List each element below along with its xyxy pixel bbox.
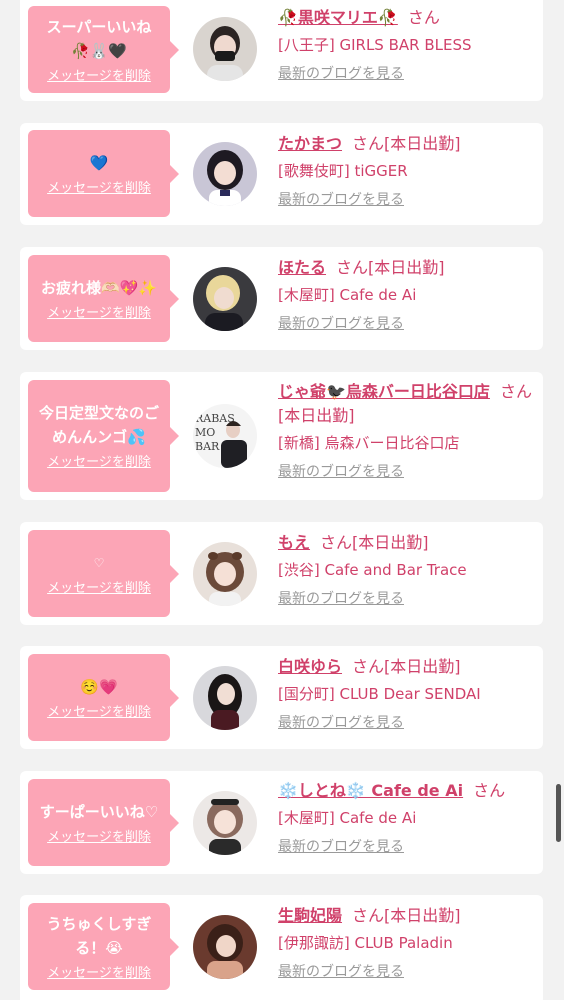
delete-message-link[interactable]: メッセージを削除 [47, 306, 151, 322]
avatar[interactable] [193, 267, 257, 331]
cast-info: じゃ爺🐦‍⬛烏森バー日比谷口店 さん [本日出勤] [新橋] 烏森バー日比谷口店 最… [278, 380, 537, 482]
delete-message-link[interactable]: メッセージを削除 [47, 966, 151, 982]
delete-message-link[interactable]: メッセージを削除 [47, 181, 151, 197]
message-bubble: ☺️💗 メッセージを削除 [28, 654, 179, 741]
cast-name-link[interactable]: 🥀黒咲マリエ🥀 [278, 8, 398, 27]
cast-name-link[interactable]: 生駒妃陽 [278, 906, 342, 925]
message-card: ☺️💗 メッセージを削除 白咲ゆら さん[本日出勤] [国分町] CLUB Dea… [20, 646, 543, 749]
shop-name: [新橋] 烏森バー日比谷口店 [278, 434, 460, 452]
cast-name-link[interactable]: ❄️しとね❄️ Cafe de Ai [278, 781, 463, 800]
message-bubble: すーぱーいいね♡ メッセージを削除 [28, 779, 179, 866]
message-card: お疲れ様🫶🏻💖✨ メッセージを削除 ほたる さん[本日出勤] [木屋町] Cafe… [20, 247, 543, 350]
message-text: すーぱーいいね♡ [39, 802, 159, 821]
shop-name: [木屋町] Cafe de Ai [278, 809, 417, 827]
avatar-photo-icon [193, 542, 257, 606]
svg-text:BAR: BAR [195, 440, 220, 453]
svg-text:MO: MO [195, 426, 215, 439]
cast-name-link[interactable]: たかまつ [278, 134, 342, 153]
delete-message-link[interactable]: メッセージを削除 [47, 69, 151, 85]
honorific: さん [352, 657, 385, 676]
message-bubble: ♡ メッセージを削除 [28, 530, 179, 617]
message-text: ♡ [93, 555, 105, 570]
honorific: さん [336, 258, 369, 277]
latest-blog-link[interactable]: 最新のブログを見る [278, 962, 404, 982]
avatar[interactable] [193, 542, 257, 606]
message-text: 今日定型文なのご めんんンゴ💦 [38, 404, 159, 446]
avatar[interactable] [193, 666, 257, 730]
avatar-photo-icon [193, 791, 257, 855]
latest-blog-link[interactable]: 最新のブログを見る [278, 190, 404, 210]
cast-info: もえ さん[本日出勤] [渋谷] Cafe and Bar Trace 最新のブロ… [278, 531, 537, 609]
message-text: スーパーいいね 🥀🐰🖤 [46, 17, 152, 60]
delete-message-link[interactable]: メッセージを削除 [47, 581, 151, 597]
cast-info: 白咲ゆら さん[本日出勤] [国分町] CLUB Dear SENDAI 最新のブ… [278, 655, 537, 733]
avatar-photo-icon [193, 17, 257, 81]
message-card: すーぱーいいね♡ メッセージを削除 ❄️しとね❄️ Cafe de Ai さん [… [20, 771, 543, 874]
latest-blog-link[interactable]: 最新のブログを見る [278, 314, 404, 334]
cast-info: たかまつ さん[本日出勤] [歌舞伎町] tiGGER 最新のブログを見る [278, 132, 537, 210]
shop-name: [八王子] GIRLS BAR BLESS [278, 36, 472, 54]
avatar[interactable] [193, 142, 257, 206]
shop-name: [木屋町] Cafe de Ai [278, 286, 417, 304]
latest-blog-link[interactable]: 最新のブログを見る [278, 837, 404, 857]
avatar[interactable] [193, 791, 257, 855]
honorific: さん [352, 906, 385, 925]
latest-blog-link[interactable]: 最新のブログを見る [278, 462, 404, 482]
status-badge: [本日出勤] [368, 258, 445, 277]
cast-info: 🥀黒咲マリエ🥀 さん [八王子] GIRLS BAR BLESS 最新のブログを見… [278, 6, 537, 84]
cast-info: 生駒妃陽 さん[本日出勤] [伊那諏訪] CLUB Paladin 最新のブログを… [278, 904, 537, 982]
message-bubble: 💙 メッセージを削除 [28, 130, 179, 217]
status-badge: [本日出勤] [278, 406, 355, 425]
message-text: 💙 [89, 153, 109, 172]
honorific: さん [473, 781, 506, 800]
message-card: 今日定型文なのご めんんンゴ💦 メッセージを削除 RABAS MO BAR じゃ… [20, 372, 543, 500]
delete-message-link[interactable]: メッセージを削除 [47, 830, 151, 846]
latest-blog-link[interactable]: 最新のブログを見る [278, 589, 404, 609]
message-text: お疲れ様🫶🏻💖✨ [40, 278, 158, 297]
latest-blog-link[interactable]: 最新のブログを見る [278, 713, 404, 733]
cast-name-link[interactable]: 白咲ゆら [278, 657, 342, 676]
honorific: さん [320, 533, 353, 552]
status-badge: [本日出勤] [352, 533, 429, 552]
message-list: スーパーいいね 🥀🐰🖤 メッセージを削除 🥀黒咲マリエ🥀 さん [八王子] GIR… [0, 0, 564, 1000]
cast-name-link[interactable]: もえ [278, 533, 310, 552]
avatar-photo-icon [193, 142, 257, 206]
avatar-photo-icon [193, 666, 257, 730]
avatar[interactable] [193, 915, 257, 979]
honorific: さん [407, 8, 440, 27]
message-card: ♡ メッセージを削除 もえ さん[本日出勤] [渋谷] Cafe and Bar … [20, 522, 543, 625]
avatar-photo-icon [193, 915, 257, 979]
message-bubble: 今日定型文なのご めんんンゴ💦 メッセージを削除 [28, 380, 179, 492]
cast-info: ほたる さん[本日出勤] [木屋町] Cafe de Ai 最新のブログを見る [278, 256, 537, 334]
avatar-photo-icon [193, 267, 257, 331]
latest-blog-link[interactable]: 最新のブログを見る [278, 64, 404, 84]
message-card: 💙 メッセージを削除 たかまつ さん[本日出勤] [歌舞伎町] tiGGER 最新… [20, 123, 543, 225]
delete-message-link[interactable]: メッセージを削除 [47, 455, 151, 471]
message-card: うちゅくしすぎ る！😭 メッセージを削除 生駒妃陽 さん[本日出勤] [伊那諏訪]… [20, 895, 543, 1000]
message-bubble: うちゅくしすぎ る！😭 メッセージを削除 [28, 903, 179, 990]
scrollbar[interactable] [556, 784, 561, 842]
message-text: ☺️💗 [80, 677, 118, 696]
avatar-logo-icon: RABAS MO BAR [193, 404, 257, 468]
message-text: うちゅくしすぎ る！😭 [46, 914, 152, 957]
cast-name-link[interactable]: じゃ爺🐦‍⬛烏森バー日比谷口店 [278, 382, 490, 401]
honorific: さん [499, 382, 532, 401]
shop-name: [歌舞伎町] tiGGER [278, 162, 408, 180]
status-badge: [本日出勤] [384, 134, 461, 153]
honorific: さん [352, 134, 385, 153]
avatar[interactable] [193, 17, 257, 81]
message-bubble: お疲れ様🫶🏻💖✨ メッセージを削除 [28, 255, 179, 342]
cast-info: ❄️しとね❄️ Cafe de Ai さん [木屋町] Cafe de Ai 最新… [278, 779, 537, 857]
status-badge: [本日出勤] [384, 657, 461, 676]
message-bubble: スーパーいいね 🥀🐰🖤 メッセージを削除 [28, 6, 179, 93]
delete-message-link[interactable]: メッセージを削除 [47, 705, 151, 721]
avatar[interactable]: RABAS MO BAR [193, 404, 257, 468]
shop-name: [伊那諏訪] CLUB Paladin [278, 934, 453, 952]
shop-name: [国分町] CLUB Dear SENDAI [278, 685, 481, 703]
cast-name-link[interactable]: ほたる [278, 258, 326, 277]
status-badge: [本日出勤] [384, 906, 461, 925]
message-card: スーパーいいね 🥀🐰🖤 メッセージを削除 🥀黒咲マリエ🥀 さん [八王子] GIR… [20, 0, 543, 101]
shop-name: [渋谷] Cafe and Bar Trace [278, 561, 467, 579]
